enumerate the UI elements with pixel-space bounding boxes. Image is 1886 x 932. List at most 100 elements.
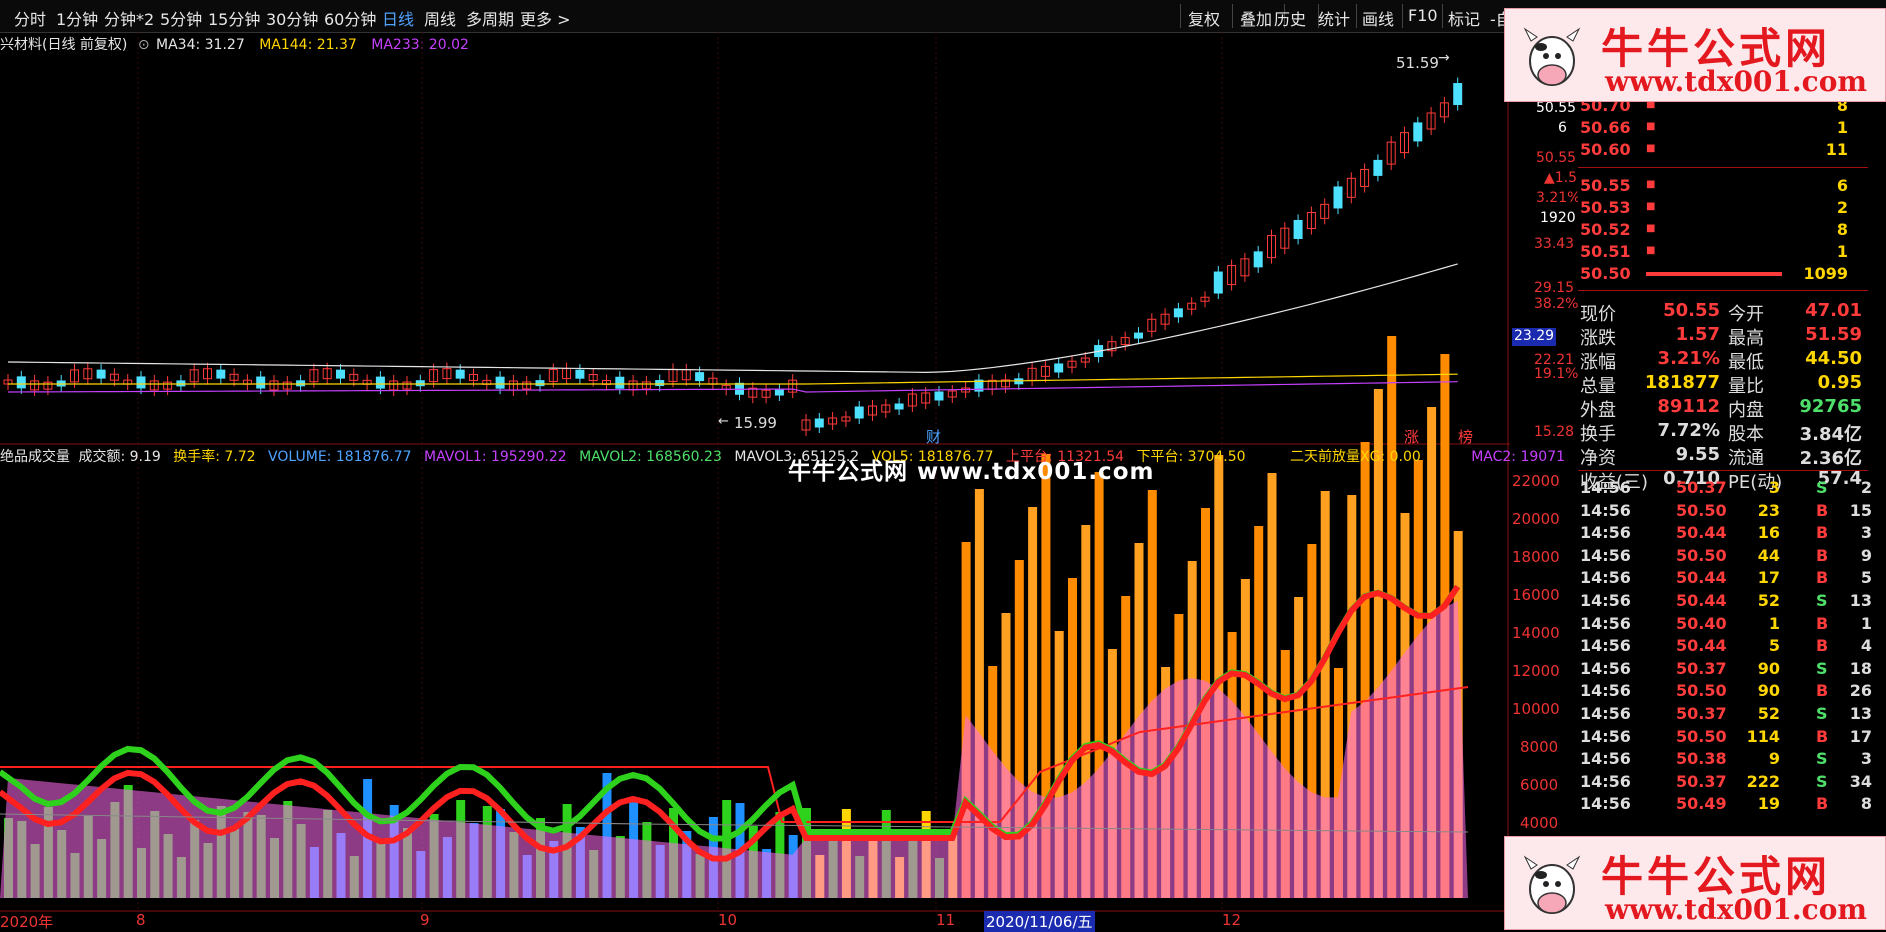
candle-body bbox=[575, 369, 585, 379]
tab-30min[interactable]: 30分钟 bbox=[266, 6, 318, 30]
axis-price-9: 38.2% bbox=[1534, 296, 1579, 312]
axis-price-current: 23.29 bbox=[1512, 328, 1556, 346]
finance-marker[interactable]: 财 bbox=[926, 426, 941, 447]
candle-body bbox=[894, 403, 904, 410]
ask-price: 50.66 bbox=[1580, 118, 1631, 137]
quote-label: 净资 bbox=[1580, 448, 1616, 469]
bid-row-3[interactable]: 50.52 ■ 8 bbox=[1578, 220, 1868, 242]
tick-row: 14:56 50.37 90 S 18 bbox=[1578, 658, 1872, 681]
tick-price: 50.37 bbox=[1676, 771, 1727, 791]
vol-volume: VOLUME: 181876.77 bbox=[268, 449, 412, 465]
tick-price: 50.50 bbox=[1676, 545, 1727, 565]
quote-value: 9.55 bbox=[1675, 444, 1720, 465]
vol-axis-10000: 10000 bbox=[1512, 700, 1560, 718]
ask-price: 50.60 bbox=[1580, 140, 1631, 159]
kline-chart[interactable] bbox=[0, 32, 1510, 930]
tab-5min[interactable]: 5分钟 bbox=[160, 6, 202, 30]
tick-count: 9 bbox=[1860, 545, 1872, 565]
quote-row: 外盘 89112 内盘 92765 bbox=[1578, 396, 1868, 421]
bang-marker[interactable]: 榜 bbox=[1458, 426, 1473, 447]
tab-15min[interactable]: 15分钟 bbox=[208, 6, 260, 30]
logo-banner-top[interactable]: 牛牛公式网 www.tdx001.com bbox=[1504, 8, 1886, 102]
stats-button[interactable]: 统计 bbox=[1318, 6, 1350, 30]
ask-row-2[interactable]: 50.66 ■ 1 bbox=[1578, 118, 1868, 140]
tick-time: 14:56 bbox=[1580, 658, 1631, 678]
quote-label: 流通 bbox=[1728, 448, 1764, 469]
tick-side: B bbox=[1816, 636, 1829, 656]
vol-axis-12000: 12000 bbox=[1512, 662, 1560, 680]
quote-value: 7.72% bbox=[1657, 420, 1720, 441]
quote-value: 47.01 bbox=[1805, 300, 1862, 321]
tab-multi-period[interactable]: 多周期 bbox=[466, 6, 514, 30]
tab-2min[interactable]: 分钟*2 bbox=[104, 6, 154, 30]
bid-price: 50.50 bbox=[1580, 264, 1631, 283]
tab-1min[interactable]: 1分钟 bbox=[56, 6, 98, 30]
quote-value: 3.84亿 bbox=[1799, 424, 1862, 445]
tab-more[interactable]: 更多 > bbox=[520, 6, 571, 30]
quote-label: 总量 bbox=[1580, 376, 1616, 397]
bid-vol: 2 bbox=[1836, 198, 1848, 217]
tick-row: 14:56 50.38 9 S 3 bbox=[1578, 749, 1872, 771]
tick-row: 14:56 50.40 1 B 1 bbox=[1578, 613, 1872, 636]
f10-button[interactable]: F10 bbox=[1408, 6, 1438, 25]
candle-body bbox=[814, 418, 824, 428]
candle-body bbox=[375, 376, 385, 389]
tick-price: 50.40 bbox=[1676, 613, 1727, 633]
fuquan-button[interactable]: 复权 bbox=[1188, 6, 1220, 30]
tick-volume: 1 bbox=[1768, 613, 1780, 633]
candle-body bbox=[296, 380, 306, 387]
tab-60min[interactable]: 60分钟 bbox=[324, 6, 376, 30]
candle-body bbox=[934, 391, 944, 401]
tick-count: 34 bbox=[1849, 771, 1872, 791]
mark-button[interactable]: 标记 bbox=[1448, 6, 1480, 30]
tick-side: B bbox=[1816, 613, 1829, 633]
quote-value: 44.50 bbox=[1805, 348, 1862, 369]
bid-row-5[interactable]: 50.50 1099 bbox=[1578, 264, 1868, 286]
zhang-marker[interactable]: 涨 bbox=[1404, 426, 1419, 447]
candle-body bbox=[615, 376, 625, 389]
bid-vol: 1 bbox=[1836, 242, 1848, 261]
tick-side: B bbox=[1816, 500, 1829, 520]
logo-banner-bottom[interactable]: 牛牛公式网 www.tdx001.com bbox=[1504, 836, 1886, 930]
candle-body bbox=[256, 376, 266, 389]
bid-row-4[interactable]: 50.51 ■ 1 bbox=[1578, 242, 1868, 264]
ask-row-1[interactable]: 50.60 ■ 11 bbox=[1578, 140, 1868, 162]
tick-time: 14:56 bbox=[1580, 636, 1631, 656]
tick-count: 13 bbox=[1849, 704, 1872, 723]
bid-row-2[interactable]: 50.53 ■ 2 bbox=[1578, 198, 1868, 220]
history-button[interactable]: 历史 bbox=[1274, 6, 1306, 30]
quote-value: 3.21% bbox=[1657, 348, 1720, 369]
quote-label: 今开 bbox=[1728, 304, 1764, 325]
dot-icon: ■ bbox=[1646, 179, 1656, 190]
tab-fenshi[interactable]: 分时 bbox=[14, 6, 46, 30]
tick-count: 8 bbox=[1860, 794, 1872, 814]
candle-body bbox=[16, 376, 26, 389]
tick-side: B bbox=[1816, 681, 1829, 701]
tab-weekly[interactable]: 周线 bbox=[424, 6, 456, 30]
draw-button[interactable]: 画线 bbox=[1362, 6, 1394, 30]
tick-count: 4 bbox=[1860, 636, 1872, 656]
tick-time: 14:56 bbox=[1580, 681, 1631, 701]
tick-count: 17 bbox=[1849, 726, 1872, 746]
ask-vol: 11 bbox=[1825, 140, 1848, 159]
quote-value: 2.36亿 bbox=[1799, 448, 1862, 469]
tick-time: 14:56 bbox=[1580, 568, 1631, 588]
xaxis-aug: 8 bbox=[136, 911, 146, 929]
tick-count: 3 bbox=[1860, 523, 1872, 543]
overlay-button[interactable]: 叠加 bbox=[1240, 6, 1272, 30]
tick-row: 14:56 50.44 16 B 3 bbox=[1578, 523, 1872, 545]
axis-price-1: 50.55 bbox=[1536, 100, 1577, 116]
bid-row-1[interactable]: 50.55 ■ 6 bbox=[1578, 176, 1868, 198]
axis-price-8: 29.15 bbox=[1534, 280, 1575, 296]
tick-price: 50.44 bbox=[1676, 591, 1727, 610]
candle-body bbox=[455, 369, 465, 379]
quote-row: 净资 9.55 流通 2.36亿 bbox=[1578, 444, 1868, 469]
candle-body bbox=[695, 372, 705, 382]
tab-daily[interactable]: 日线 bbox=[382, 6, 414, 30]
logo-url-text: www.tdx001.com bbox=[1605, 65, 1867, 98]
vol-axis-16000: 16000 bbox=[1512, 586, 1560, 604]
quote-value: 50.55 bbox=[1663, 300, 1720, 321]
tick-row: 14:56 50.49 19 B 8 bbox=[1578, 794, 1872, 816]
quote-label: 外盘 bbox=[1580, 400, 1616, 421]
vol-indicator-name: 绝品成交量 bbox=[0, 449, 70, 465]
